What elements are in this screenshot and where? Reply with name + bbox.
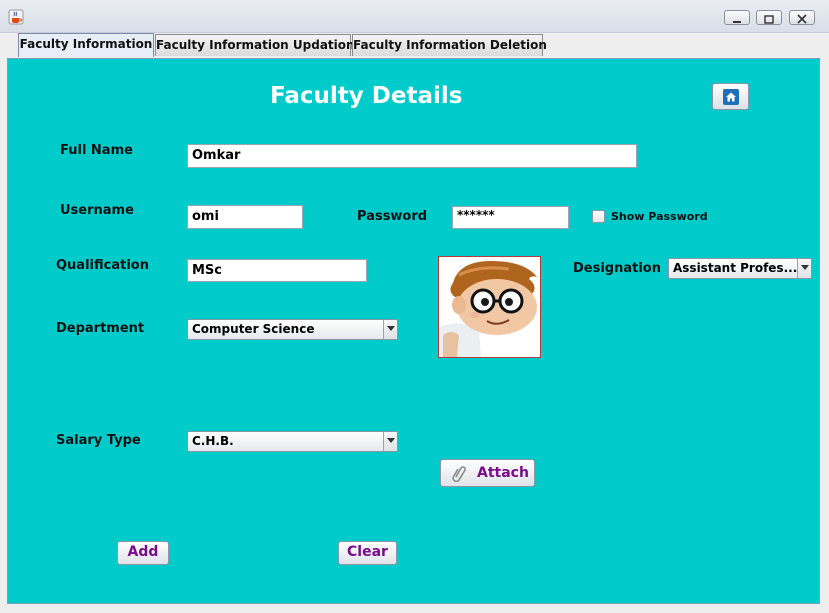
chevron-down-icon[interactable]: [797, 259, 811, 278]
minimize-button[interactable]: [724, 10, 750, 25]
faculty-form-panel: Faculty Details Full Name Omkar Username…: [7, 58, 820, 604]
add-button[interactable]: Add: [117, 541, 169, 565]
home-icon: [723, 89, 739, 105]
password-label: Password: [357, 209, 428, 224]
form-title: Faculty Details: [270, 83, 463, 109]
department-label: Department: [56, 321, 145, 336]
show-password-checkbox[interactable]: [592, 210, 605, 223]
department-selected: Computer Science: [192, 322, 315, 336]
window-title-bar[interactable]: [0, 0, 829, 33]
restore-button[interactable]: [756, 10, 782, 25]
restore-icon: [764, 15, 774, 24]
designation-selected: Assistant Profes...: [673, 261, 798, 275]
salary-type-dropdown[interactable]: C.H.B.: [187, 431, 398, 452]
close-button[interactable]: [789, 10, 815, 25]
home-button[interactable]: [712, 83, 749, 110]
show-password-label[interactable]: Show Password: [611, 210, 708, 223]
username-label: Username: [60, 203, 134, 218]
paperclip-icon: [452, 466, 466, 482]
chevron-down-icon[interactable]: [383, 432, 397, 451]
tab-faculty-information-deletion[interactable]: Faculty Information Deletion: [352, 34, 547, 56]
designation-label: Designation: [573, 261, 661, 276]
close-icon: [797, 14, 807, 24]
attach-button-label: Attach: [477, 465, 529, 481]
attach-button[interactable]: Attach: [440, 459, 535, 487]
clear-button[interactable]: Clear: [338, 541, 397, 565]
tab-faculty-information-updation[interactable]: Faculty Information Updation: [155, 34, 355, 56]
department-dropdown[interactable]: Computer Science: [187, 319, 398, 340]
java-cup-icon: [8, 9, 24, 25]
username-field[interactable]: omi: [187, 205, 303, 229]
salary-type-label: Salary Type: [56, 433, 141, 448]
tab-faculty-information[interactable]: Faculty Information: [18, 33, 154, 57]
qualification-field[interactable]: MSc: [187, 259, 367, 282]
cartoon-boy-with-glasses-photo: [439, 257, 540, 357]
full-name-label: Full Name: [60, 143, 133, 158]
designation-dropdown[interactable]: Assistant Profes...: [668, 258, 812, 279]
chevron-down-icon[interactable]: [383, 320, 397, 339]
password-field[interactable]: ******: [452, 206, 569, 229]
salary-type-selected: C.H.B.: [192, 434, 234, 448]
full-name-field[interactable]: Omkar: [187, 144, 637, 168]
minimize-icon: [733, 21, 741, 23]
qualification-label: Qualification: [56, 258, 149, 273]
faculty-photo: [438, 256, 541, 358]
